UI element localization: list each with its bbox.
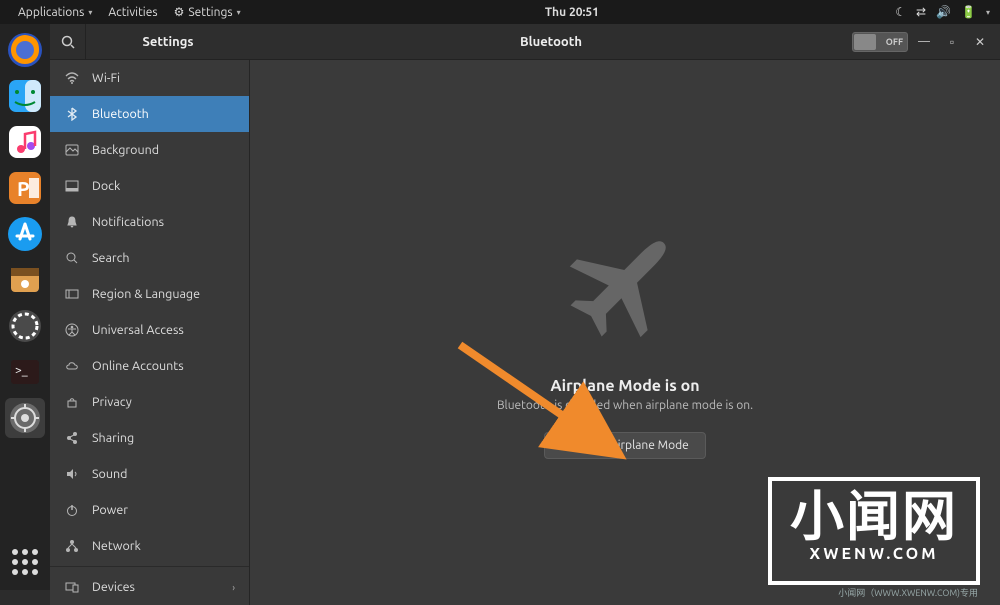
sidebar-item-label: Universal Access [92,323,184,337]
dock-firefox[interactable] [5,30,45,70]
search-icon [64,251,80,265]
accessibility-icon [64,323,80,337]
sidebar-item-label: Devices [92,580,135,594]
activities-label: Activities [108,6,157,19]
sidebar-item-label: Sound [92,467,127,481]
sidebar-item-devices[interactable]: Devices › [50,569,249,605]
app-menu-label: Settings [188,6,232,19]
dock-appstore[interactable] [5,214,45,254]
applications-menu[interactable]: Applications ▾ [10,6,100,19]
sidebar-item-label: Power [92,503,128,517]
sidebar-item-label: Search [92,251,130,265]
toggle-label: OFF [886,37,903,47]
sidebar-item-sound[interactable]: Sound [50,456,249,492]
sidebar-item-power[interactable]: Power [50,492,249,528]
top-panel: Applications ▾ Activities ⚙ Settings ▾ Thu… [0,0,1000,24]
settings-sidebar: Wi-Fi Bluetooth Background Dock Notifica… [50,60,250,605]
sidebar-title: Settings [86,35,250,49]
sidebar-item-label: Notifications [92,215,164,229]
maximize-button[interactable]: ▫ [940,30,964,54]
sidebar-item-label: Dock [92,179,120,193]
sidebar-item-label: Privacy [92,395,132,409]
sidebar-item-dock[interactable]: Dock [50,168,249,204]
dock-presentation[interactable]: P [5,168,45,208]
system-tray: ☾ ⇄ 🔊 🔋 ▾ [895,5,990,19]
svg-text:P: P [17,177,30,200]
sidebar-item-region[interactable]: Region & Language [50,276,249,312]
separator [50,566,249,567]
dock-finder[interactable] [5,76,45,116]
content-subtext: Bluetooth is disabled when airplane mode… [497,399,753,412]
svg-text:>_: >_ [15,364,28,377]
watermark-caption: 小闻网（WWW.XWENW.COM)专用 [838,586,978,599]
dock-settings[interactable] [5,398,45,438]
cloud-icon [64,359,80,373]
network-icon[interactable]: ⇄ [916,5,926,19]
dock-terminal[interactable]: >_ [5,352,45,392]
sidebar-item-background[interactable]: Background [50,132,249,168]
bluetooth-icon [64,107,80,121]
sidebar-item-universal-access[interactable]: Universal Access [50,312,249,348]
sidebar-item-network[interactable]: Network [50,528,249,564]
dock-system[interactable] [5,306,45,346]
applications-label: Applications [18,6,84,19]
sound-icon [64,467,80,481]
watermark-text-big: 小闻网 [790,489,958,543]
watermark: 小闻网 XWENW.COM [768,477,980,585]
sidebar-item-sharing[interactable]: Sharing [50,420,249,456]
sidebar-item-label: Region & Language [92,287,200,301]
chevron-down-icon: ▾ [237,8,241,17]
sidebar-item-bluetooth[interactable]: Bluetooth [50,96,249,132]
minimize-button[interactable]: — [912,30,936,54]
sidebar-item-label: Sharing [92,431,134,445]
sidebar-item-label: Wi-Fi [92,71,120,85]
sidebar-item-wifi[interactable]: Wi-Fi [50,60,249,96]
power-icon [64,503,80,517]
volume-icon[interactable]: 🔊 [936,5,951,19]
dock-show-apps[interactable] [7,544,43,580]
chevron-down-icon[interactable]: ▾ [986,8,990,17]
background-icon [64,143,80,157]
bluetooth-toggle[interactable]: OFF [852,32,908,52]
airplane-icon [550,207,700,357]
content-area: Airplane Mode is on Bluetooth is disable… [250,60,1000,605]
settings-window: Settings Bluetooth OFF — ▫ ✕ Wi-Fi Bluet… [50,24,1000,590]
share-icon [64,431,80,445]
search-icon [61,35,75,49]
night-light-icon[interactable]: ☾ [895,5,906,19]
dock: P >_ [0,24,50,590]
titlebar: Settings Bluetooth OFF — ▫ ✕ [50,24,1000,60]
close-button[interactable]: ✕ [968,30,992,54]
settings-tray-icon: ⚙ [174,5,185,19]
content-heading: Airplane Mode is on [550,377,699,395]
search-button[interactable] [50,24,86,60]
sidebar-item-label: Online Accounts [92,359,184,373]
sidebar-item-online-accounts[interactable]: Online Accounts [50,348,249,384]
app-menu[interactable]: ⚙ Settings ▾ [166,5,249,19]
devices-icon [64,580,80,594]
dock-disk[interactable] [5,260,45,300]
battery-icon[interactable]: 🔋 [961,5,976,19]
panel-clock[interactable]: Thu 20:51 [249,6,896,19]
turn-off-airplane-mode-button[interactable]: Turn Off Airplane Mode [544,432,705,459]
activities-menu[interactable]: Activities [100,6,165,19]
region-icon [64,287,80,301]
watermark-text-small: XWENW.COM [790,545,958,563]
network-icon [64,539,80,553]
sidebar-item-label: Network [92,539,141,553]
dock-icon [64,179,80,193]
sidebar-item-label: Bluetooth [92,107,149,121]
chevron-down-icon: ▾ [88,8,92,17]
dock-music[interactable] [5,122,45,162]
sidebar-item-notifications[interactable]: Notifications [50,204,249,240]
lock-icon [64,395,80,409]
sidebar-item-label: Background [92,143,159,157]
sidebar-item-search[interactable]: Search [50,240,249,276]
bell-icon [64,215,80,229]
sidebar-item-privacy[interactable]: Privacy [50,384,249,420]
wifi-icon [64,71,80,85]
page-title: Bluetooth [250,35,852,49]
chevron-right-icon: › [232,582,235,593]
